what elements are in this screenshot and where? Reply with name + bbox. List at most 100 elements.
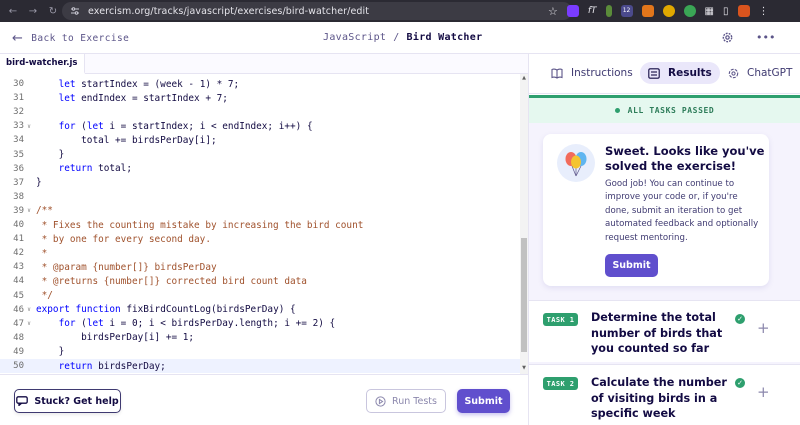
code-line[interactable]: 44 * @returns {number[]} corrected bird …	[0, 274, 520, 288]
track-name[interactable]: JavaScript	[323, 32, 386, 43]
code-line[interactable]: 34 total += birdsPerDay[i];	[0, 133, 520, 147]
code-text: }	[36, 177, 42, 189]
submit-button[interactable]: Submit	[457, 389, 510, 413]
sidepanel-icon[interactable]: ▯	[723, 6, 729, 17]
success-body: Good job! You can continue to improve yo…	[605, 179, 759, 243]
code-text: * Fixes the counting mistake by increasi…	[36, 219, 364, 231]
code-text: * @returns {number[]} corrected bird cou…	[36, 275, 307, 287]
fold-chevron-icon[interactable]: ∨	[24, 306, 34, 313]
tab-chatgpt-label: ChatGPT	[747, 67, 793, 79]
extension-icon[interactable]	[662, 5, 675, 17]
status-text: ALL TASKS PASSED	[627, 106, 715, 115]
code-text: return total;	[58, 163, 132, 175]
extension-icon[interactable]	[683, 5, 696, 17]
balloons-icon	[557, 144, 595, 182]
line-number: 34	[13, 135, 24, 146]
line-number: 31	[13, 93, 24, 104]
code-line[interactable]: 33 ∨ for (let i = startIndex; i < endInde…	[0, 119, 520, 133]
code-line[interactable]: 39 ∨/**	[0, 204, 520, 218]
line-number: 38	[13, 191, 24, 202]
code-line[interactable]: 45 */	[0, 289, 520, 303]
code-text: * by one for every second day.	[36, 233, 211, 245]
line-number: 32	[13, 107, 24, 118]
extensions-puzzle-icon[interactable]: ▦	[705, 6, 714, 17]
right-panel-tabs: Instructions Results ChatGPT	[529, 54, 800, 94]
line-number: 42	[13, 248, 24, 259]
code-editor[interactable]: 30 let startIndex = (week - 1) * 7; 31 le…	[0, 74, 528, 374]
site-settings-icon[interactable]	[70, 6, 80, 16]
code-text: let startIndex = (week - 1) * 7;	[58, 78, 240, 90]
code-line[interactable]: 42 *	[0, 246, 520, 260]
back-arrow-icon[interactable]: ←	[6, 4, 20, 18]
card-submit-button[interactable]: Submit	[605, 254, 658, 277]
tab-instructions-label: Instructions	[571, 67, 633, 79]
fold-chevron-icon[interactable]: ∨	[24, 207, 34, 214]
reload-icon[interactable]: ↻	[46, 4, 60, 18]
editor-scrollbar-thumb[interactable]	[521, 238, 527, 352]
code-line[interactable]: 32	[0, 105, 520, 119]
bookmark-star-icon[interactable]: ☆	[548, 5, 558, 18]
extension-badge[interactable]: 12	[620, 5, 633, 17]
url-text[interactable]: exercism.org/tracks/javascript/exercises…	[88, 6, 369, 17]
line-number: 43	[13, 262, 24, 273]
metamask-icon[interactable]	[641, 5, 654, 17]
task-badge: TASK 2	[543, 377, 578, 390]
code-line[interactable]: 30 let startIndex = (week - 1) * 7;	[0, 77, 520, 91]
code-line[interactable]: 40 * Fixes the counting mistake by incre…	[0, 218, 520, 232]
code-line[interactable]: 35 }	[0, 148, 520, 162]
code-text: return birdsPerDay;	[58, 360, 166, 372]
run-tests-button[interactable]: Run Tests	[366, 389, 446, 413]
extension-icon[interactable]	[605, 5, 612, 17]
line-number: 47	[13, 318, 24, 329]
tab-chatgpt[interactable]: ChatGPT	[720, 62, 800, 84]
get-help-button[interactable]: Stuck? Get help	[14, 389, 121, 413]
extension-icon[interactable]	[566, 5, 579, 17]
run-tests-label: Run Tests	[392, 395, 437, 407]
code-text: * @param {number[]} birdsPerDay	[36, 261, 217, 273]
code-line[interactable]: 46 ∨ export function fixBirdCountLog(birds…	[0, 303, 520, 317]
tab-instructions[interactable]: Instructions	[543, 62, 641, 84]
scroll-up-icon[interactable]: ▲	[520, 74, 528, 82]
expand-plus-icon[interactable]: +	[757, 383, 770, 401]
code-line[interactable]: 43 * @param {number[]} birdsPerDay	[0, 260, 520, 274]
chatgpt-icon	[728, 68, 739, 78]
code-line[interactable]: 37}	[0, 176, 520, 190]
code-line[interactable]: 49 }	[0, 345, 520, 359]
code-line[interactable]: 38	[0, 190, 520, 204]
code-text: */	[36, 290, 53, 301]
brave-icon[interactable]	[737, 5, 750, 17]
forward-arrow-icon[interactable]: →	[26, 4, 40, 18]
fold-chevron-icon[interactable]: ∨	[24, 123, 34, 130]
back-to-exercise-link[interactable]: ← Back to Exercise	[12, 31, 129, 46]
code-line[interactable]: 41 * by one for every second day.	[0, 232, 520, 246]
code-line[interactable]: 36 return total;	[0, 162, 520, 176]
code-line[interactable]: 48 birdsPerDay[i] += 1;	[0, 331, 520, 345]
line-number: 45	[13, 290, 24, 301]
tab-results[interactable]: Results	[640, 62, 720, 84]
settings-gear-icon[interactable]	[721, 31, 734, 44]
task-item-1[interactable]: TASK 1 Determine the total number of bir…	[529, 300, 800, 362]
app-header: ← Back to Exercise JavaScript / Bird Watch…	[0, 22, 800, 54]
menu-icon[interactable]: ⋮	[759, 6, 769, 17]
expand-plus-icon[interactable]: +	[757, 319, 770, 337]
check-icon: ✓	[735, 378, 745, 388]
address-bar[interactable]: exercism.org/tracks/javascript/exercises…	[62, 2, 572, 20]
task-item-2[interactable]: TASK 2 Calculate the number of visiting …	[529, 364, 800, 425]
submit-label: Submit	[464, 395, 503, 407]
font-extension-icon[interactable]: fT	[588, 6, 597, 16]
file-tab[interactable]: bird-watcher.js	[0, 54, 85, 74]
fold-chevron-icon[interactable]: ∨	[24, 320, 34, 327]
code-text: export function fixBirdCountLog(birdsPer…	[36, 304, 296, 316]
code-line[interactable]: 47 ∨ for (let i = 0; i < birdsPerDay.leng…	[0, 317, 520, 331]
card-submit-label: Submit	[612, 260, 651, 271]
scroll-down-icon[interactable]: ▼	[520, 364, 528, 372]
extensions-row: ☆ fT 12 ▦ ▯ ⋮	[548, 2, 769, 20]
code-line[interactable]: 50 return birdsPerDay;	[0, 359, 520, 373]
results-panel: ALL TASKS PASSED Sweet. Looks like you'v…	[529, 95, 800, 425]
more-options-icon[interactable]: •••	[756, 31, 775, 44]
line-number: 46	[13, 304, 24, 315]
success-title: Sweet. Looks like you've solved the exer…	[605, 144, 765, 173]
line-number: 39	[13, 205, 24, 216]
line-number: 50	[13, 361, 24, 371]
code-line[interactable]: 31 let endIndex = startIndex + 7;	[0, 91, 520, 105]
